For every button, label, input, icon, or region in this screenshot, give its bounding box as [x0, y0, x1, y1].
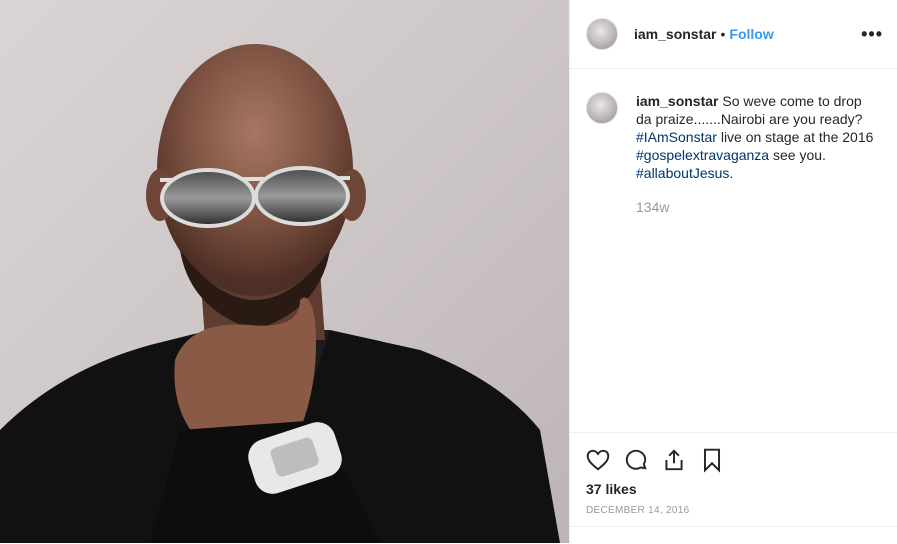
- caption-part4: .: [729, 165, 734, 181]
- caption-avatar[interactable]: [586, 92, 618, 124]
- comment-icon[interactable]: [622, 446, 650, 474]
- hashtag-link[interactable]: #IAmSonstar: [636, 129, 717, 145]
- hashtag-link[interactable]: #allaboutJesus: [636, 165, 729, 181]
- caption-part2: live on stage at the 2016: [716, 129, 874, 145]
- share-icon[interactable]: [660, 446, 688, 474]
- post-date: DECEMBER 14, 2016: [586, 505, 690, 516]
- photo-portrait: [0, 44, 560, 543]
- post-header: iam_sonstar • Follow •••: [570, 0, 897, 69]
- time-ago[interactable]: 134w: [636, 199, 876, 215]
- post-username[interactable]: iam_sonstar: [634, 26, 716, 42]
- more-options-icon[interactable]: •••: [861, 25, 883, 43]
- actions-section: 37 likes DECEMBER 14, 2016: [570, 432, 897, 530]
- comment-area[interactable]: [570, 526, 897, 544]
- avatar[interactable]: [586, 18, 618, 50]
- caption-username[interactable]: iam_sonstar: [636, 93, 718, 109]
- follow-button[interactable]: Follow: [729, 26, 773, 42]
- caption-part3: see you.: [769, 147, 826, 163]
- caption-section: iam_sonstar So weve come to drop da prai…: [570, 69, 897, 215]
- bookmark-icon[interactable]: [698, 446, 726, 474]
- heart-icon[interactable]: [584, 446, 612, 474]
- separator-dot: •: [720, 26, 726, 42]
- post-side-panel: iam_sonstar • Follow ••• iam_sonstar So …: [569, 0, 897, 543]
- likes-count[interactable]: 37 likes: [586, 481, 637, 497]
- post-photo[interactable]: [0, 0, 569, 543]
- hashtag-link[interactable]: #gospelextravaganza: [636, 147, 769, 163]
- caption-text: iam_sonstar So weve come to drop da prai…: [636, 92, 876, 182]
